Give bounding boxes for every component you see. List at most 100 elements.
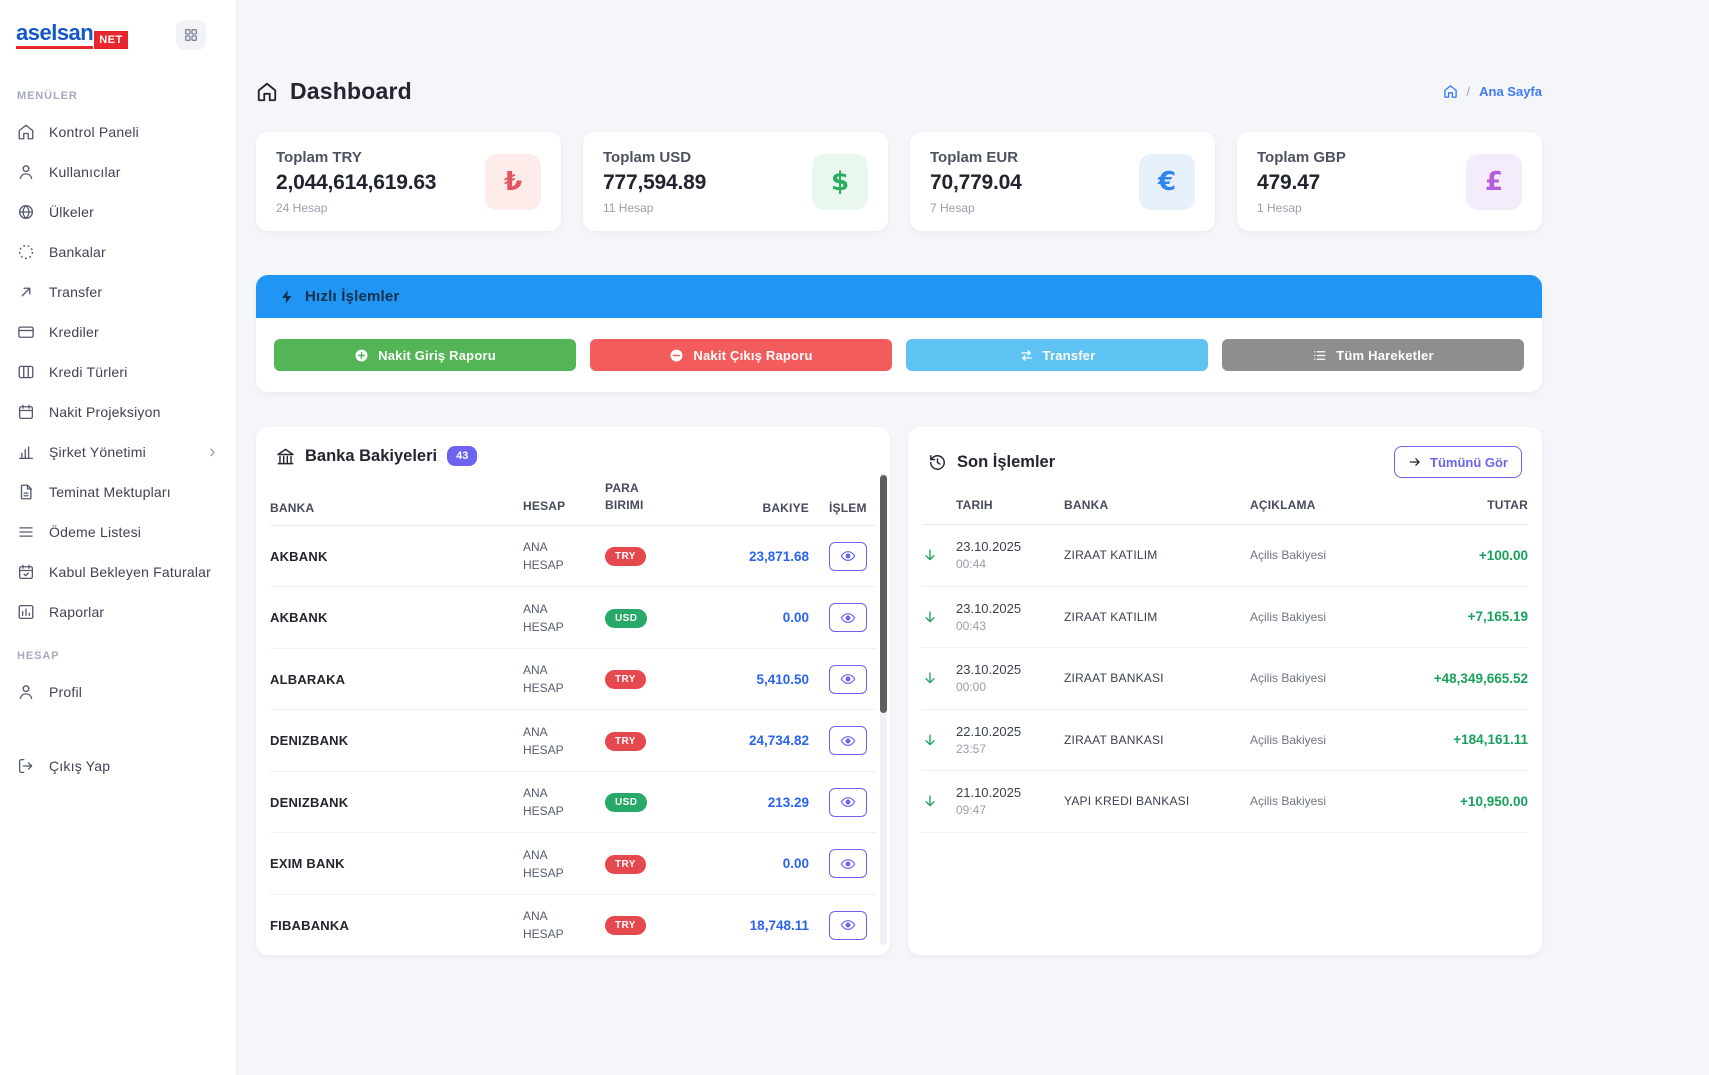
card-subtext: 7 Hesap [930, 201, 1022, 215]
card-subtext: 24 Hesap [276, 201, 436, 215]
sidebar-item-kabul-bekleyen-faturalar[interactable]: Kabul Bekleyen Faturalar [0, 552, 236, 592]
breadcrumb-home-icon[interactable] [1443, 84, 1458, 99]
table-row: 23.10.202500:44 ZIRAAT KATILIM Açilis Ba… [922, 525, 1528, 587]
logout-icon [17, 757, 35, 775]
currency-badge: TRY [605, 916, 646, 935]
sidebar-item-kullanicilar[interactable]: Kullanıcılar [0, 152, 236, 192]
view-account-button[interactable] [829, 665, 867, 694]
eye-icon [840, 794, 856, 810]
sidebar-item-kredi-turleri[interactable]: Kredi Türleri [0, 352, 236, 392]
logo-badge: NET [94, 31, 128, 49]
sidebar-account-nav: Profil Çıkış Yap [0, 672, 236, 786]
logo-text: aselsan [16, 22, 93, 49]
all-movements-button[interactable]: Tüm Hareketler [1222, 339, 1524, 371]
cash-out-report-button[interactable]: Nakit Çıkış Raporu [590, 339, 892, 371]
breadcrumb-separator: / [1467, 84, 1471, 99]
sidebar-item-nakit-projeksiyon[interactable]: Nakit Projeksiyon [0, 392, 236, 432]
eye-icon [840, 610, 856, 626]
view-account-button[interactable] [829, 788, 867, 817]
sidebar-item-label: Bankalar [49, 244, 106, 260]
sidebar-item-label: Kabul Bekleyen Faturalar [49, 564, 211, 580]
summary-card-try: Toplam TRY 2,044,614,619.63 24 Hesap ₺ [256, 132, 561, 231]
summary-card-gbp: Toplam GBP 479.47 1 Hesap £ [1237, 132, 1542, 231]
sidebar-item-profil[interactable]: Profil [0, 672, 236, 712]
sidebar-item-label: Nakit Projeksiyon [49, 404, 161, 420]
scrollbar-thumb[interactable] [880, 475, 887, 713]
lira-icon: ₺ [485, 154, 541, 210]
view-all-button[interactable]: Tümünü Gör [1394, 446, 1522, 478]
summary-card-usd: Toplam USD 777,594.89 11 Hesap $ [583, 132, 888, 231]
main-content: Dashboard / Ana Sayfa Toplam TRY 2,044,6… [237, 0, 1709, 1075]
page-header: Dashboard / Ana Sayfa [256, 78, 1542, 105]
view-account-button[interactable] [829, 911, 867, 940]
list-icon [1312, 348, 1327, 363]
card-value: 777,594.89 [603, 171, 706, 195]
sidebar-item-logout[interactable]: Çıkış Yap [0, 746, 236, 786]
sidebar-item-label: Şirket Yönetimi [49, 444, 146, 460]
dollar-icon: $ [812, 154, 868, 210]
bank-balances-panel: Banka Bakiyeleri 43 BANKA HESAP PARA BIR… [256, 427, 890, 955]
sidebar-item-krediler[interactable]: Krediler [0, 312, 236, 352]
apps-grid-button[interactable] [176, 20, 206, 50]
arrow-down-icon [922, 793, 938, 809]
sidebar-item-odeme-listesi[interactable]: Ödeme Listesi [0, 512, 236, 552]
sidebar-item-label: Teminat Mektupları [49, 484, 171, 500]
card-subtext: 11 Hesap [603, 201, 706, 215]
view-account-button[interactable] [829, 603, 867, 632]
breadcrumb-current[interactable]: Ana Sayfa [1479, 84, 1542, 99]
eye-icon [840, 917, 856, 933]
arrow-down-icon [922, 732, 938, 748]
table-header: BANKA HESAP PARA BIRIMI BAKIYE İŞLEM [270, 476, 876, 526]
breadcrumb: / Ana Sayfa [1443, 84, 1543, 99]
sidebar-item-teminat-mektuplari[interactable]: Teminat Mektupları [0, 472, 236, 512]
table-row: DENIZBANK ANA HESAP USD 213.29 [270, 772, 876, 834]
chevron-right-icon [206, 446, 219, 459]
cash-in-report-button[interactable]: Nakit Giriş Raporu [274, 339, 576, 371]
lightning-icon [279, 289, 295, 305]
plus-circle-icon [354, 348, 369, 363]
panel-title: Son İşlemler [957, 453, 1055, 472]
scrollbar-track[interactable] [880, 473, 887, 945]
transfer-arrows-icon [1019, 348, 1034, 363]
grid-icon [183, 27, 199, 43]
view-account-button[interactable] [829, 849, 867, 878]
page-title: Dashboard [290, 78, 412, 105]
sidebar-item-bankalar[interactable]: Bankalar [0, 232, 236, 272]
table-row: 23.10.202500:43 ZIRAAT KATILIM Açilis Ba… [922, 587, 1528, 649]
table-row: 22.10.202523:57 ZIRAAT BANKASI Açilis Ba… [922, 710, 1528, 772]
transfer-button[interactable]: Transfer [906, 339, 1208, 371]
quick-actions-body: Nakit Giriş Raporu Nakit Çıkış Raporu Tr… [256, 318, 1542, 392]
list-icon [17, 523, 35, 541]
column-header-bank: BANKA [1064, 498, 1250, 512]
sidebar-item-raporlar[interactable]: Raporlar [0, 592, 236, 632]
column-header-amount: TUTAR [1378, 498, 1528, 512]
recent-transactions-table: TARIH BANKA AÇIKLAMA TUTAR 23.10.202500:… [908, 488, 1542, 833]
bar-chart-icon [17, 443, 35, 461]
calendar-check-icon [17, 563, 35, 581]
currency-badge: TRY [605, 732, 646, 751]
recent-transactions-header: Son İşlemler Tümünü Gör [908, 427, 1542, 488]
button-label: Tümünü Gör [1430, 455, 1508, 470]
sidebar-item-label: Profil [49, 684, 82, 700]
dashboard-home-icon [256, 81, 278, 103]
view-account-button[interactable] [829, 726, 867, 755]
sidebar-item-transfer[interactable]: Transfer [0, 272, 236, 312]
card-label: Toplam TRY [276, 149, 436, 166]
table-row: 23.10.202500:00 ZIRAAT BANKASI Açilis Ba… [922, 648, 1528, 710]
sidebar-item-kontrol-paneli[interactable]: Kontrol Paneli [0, 112, 236, 152]
report-chart-icon [17, 603, 35, 621]
button-label: Transfer [1043, 348, 1096, 363]
pound-icon: £ [1466, 154, 1522, 210]
sidebar-item-ulkeler[interactable]: Ülkeler [0, 192, 236, 232]
eye-icon [840, 733, 856, 749]
sidebar-item-label: Kullanıcılar [49, 164, 121, 180]
table-header: TARIH BANKA AÇIKLAMA TUTAR [922, 488, 1528, 525]
column-header-balance: BAKIYE [717, 501, 819, 515]
globe-icon [17, 203, 35, 221]
column-header-description: AÇIKLAMA [1250, 498, 1378, 512]
app-logo[interactable]: aselsan NET [16, 22, 128, 49]
card-subtext: 1 Hesap [1257, 201, 1346, 215]
column-header-action: İŞLEM [819, 501, 876, 515]
view-account-button[interactable] [829, 542, 867, 571]
sidebar-item-sirket-yonetimi[interactable]: Şirket Yönetimi [0, 432, 236, 472]
